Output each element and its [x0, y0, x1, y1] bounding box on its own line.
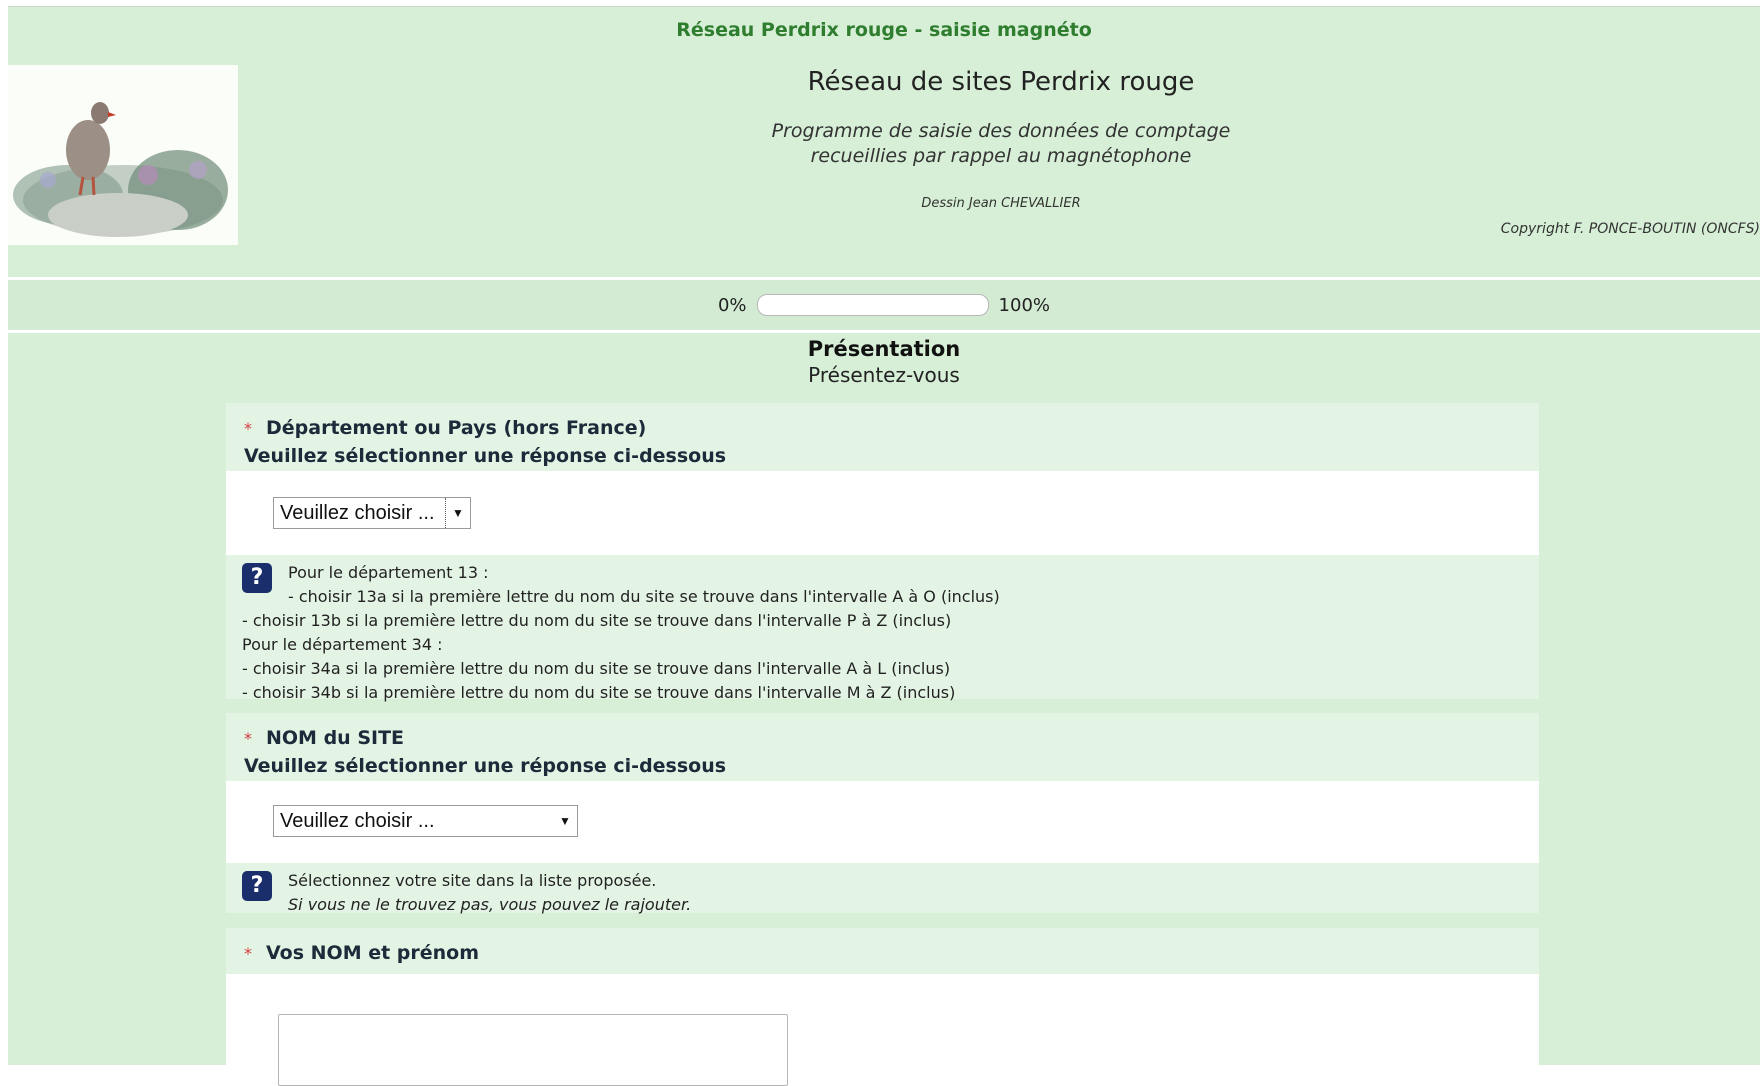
question-tip: ? Pour le département 13 : - choisir 13a…	[226, 555, 1539, 702]
question-text: NOM du SITE	[266, 727, 405, 749]
progress-bar	[756, 294, 989, 316]
question-help: Veuillez sélectionner une réponse ci-des…	[244, 755, 727, 777]
copyright: Copyright F. PONCE-BOUTIN (ONCFS)	[1500, 221, 1760, 237]
group-title: Présentation	[807, 337, 961, 361]
site-title: Réseau Perdrix rouge - saisie magnéto	[676, 19, 1092, 41]
mandatory-asterisk: *	[244, 729, 252, 748]
answer-area	[226, 974, 1539, 1086]
question-mark-icon: ?	[242, 871, 272, 901]
tip-line: - choisir 13a si la première lettre du n…	[288, 587, 1000, 606]
tip-line: Pour le département 34 :	[242, 635, 443, 654]
select-value: Veuillez choisir ...	[280, 501, 435, 524]
subtitle-line-2: recueillies par rappel au magnétophone	[810, 145, 1192, 167]
tip-line: - choisir 34b si la première lettre du n…	[242, 683, 956, 702]
question-text: Département ou Pays (hors France)	[266, 417, 647, 439]
drawing-credit: Dessin Jean CHEVALLIER	[921, 196, 1081, 211]
mandatory-asterisk: *	[244, 944, 252, 963]
tip-line: Pour le département 13 :	[288, 563, 489, 582]
progress-section: 0% 100%	[8, 277, 1760, 333]
departement-select[interactable]: Veuillez choisir ... ▼	[273, 497, 471, 529]
survey-page: Réseau Perdrix rouge - saisie magnéto Ré…	[8, 6, 1762, 1086]
question-departement: * Département ou Pays (hors France) Veuil…	[226, 403, 1539, 702]
answer-area: Veuillez choisir ... ▼	[226, 471, 1539, 555]
name-input[interactable]	[278, 1014, 788, 1086]
tip-line: - choisir 13b si la première lettre du n…	[242, 611, 952, 630]
chevron-down-icon: ▼	[559, 814, 571, 828]
tip-line: Sélectionnez votre site dans la liste pr…	[288, 871, 657, 890]
question-tip: ? Sélectionnez votre site dans la liste …	[226, 863, 1539, 914]
question-nom-site: * NOM du SITE Veuillez sélectionner une r…	[226, 713, 1539, 914]
progress-start-label: 0%	[717, 294, 747, 316]
chevron-down-icon: ▼	[445, 498, 470, 528]
progress-end-label: 100%	[998, 294, 1051, 316]
mandatory-asterisk: *	[244, 419, 252, 438]
answer-area: Veuillez choisir ... ▼	[226, 781, 1539, 863]
question-nom-prenom: * Vos NOM et prénom	[226, 928, 1539, 1086]
group-description: Présentez-vous	[808, 363, 960, 387]
tip-line: - choisir 34a si la première lettre du n…	[242, 659, 951, 678]
select-value: Veuillez choisir ...	[280, 809, 435, 832]
question-mark-icon: ?	[242, 563, 272, 593]
subtitle-line-1: Programme de saisie des données de compt…	[771, 120, 1231, 142]
question-text: Vos NOM et prénom	[266, 942, 480, 964]
tip-line: Si vous ne le trouvez pas, vous pouvez l…	[288, 895, 692, 914]
page-title: Réseau de sites Perdrix rouge	[807, 67, 1195, 97]
site-select[interactable]: Veuillez choisir ... ▼	[273, 805, 578, 837]
question-help: Veuillez sélectionner une réponse ci-des…	[244, 445, 727, 467]
page-subtitle: Programme de saisie des données de compt…	[8, 119, 1762, 169]
